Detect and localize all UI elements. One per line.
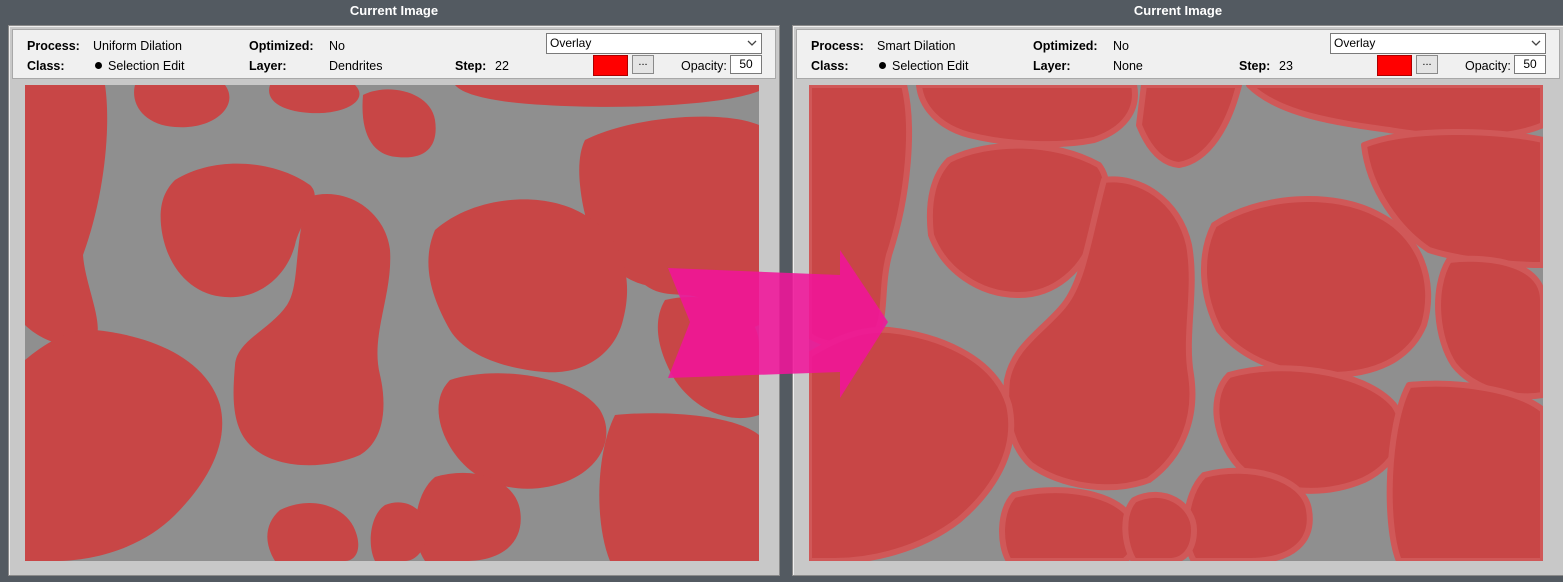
image-viewport[interactable] [809, 85, 1543, 561]
dilation-overlay-image [25, 85, 759, 561]
optimized-value: No [1113, 39, 1129, 53]
step-label: Step: [1239, 59, 1271, 73]
info-bar: Process: Uniform Dilation Optimized: No … [12, 29, 776, 79]
opacity-input[interactable]: 50 [1514, 55, 1546, 74]
process-value: Smart Dilation [877, 39, 956, 53]
class-label: Class: [27, 59, 65, 73]
color-picker-button[interactable]: ... [1416, 55, 1438, 74]
optimized-label: Optimized: [1033, 39, 1098, 53]
right-image-panel: Current Image Process: Smart Dilation Op… [792, 0, 1563, 582]
class-value-wrap: Selection Edit [879, 59, 968, 73]
layer-label: Layer: [249, 59, 287, 73]
opacity-label: Opacity: [1465, 59, 1511, 73]
optimized-value: No [329, 39, 345, 53]
panel-title: Current Image [1133, 3, 1223, 18]
dilation-overlay-image [809, 85, 1543, 561]
opacity-input[interactable]: 50 [730, 55, 762, 74]
display-mode-value: Overlay [550, 36, 592, 50]
chevron-down-icon [1531, 40, 1541, 46]
class-value-wrap: Selection Edit [95, 59, 184, 73]
overlay-color-swatch[interactable] [593, 55, 628, 76]
class-value: Selection Edit [108, 59, 185, 73]
layer-label: Layer: [1033, 59, 1071, 73]
image-frame: Process: Uniform Dilation Optimized: No … [8, 25, 780, 576]
step-label: Step: [455, 59, 487, 73]
image-viewport[interactable] [25, 85, 759, 561]
process-value: Uniform Dilation [93, 39, 182, 53]
layer-value: Dendrites [329, 59, 383, 73]
panel-title: Current Image [349, 3, 439, 18]
overlay-color-swatch[interactable] [1377, 55, 1412, 76]
left-image-panel: Current Image Process: Uniform Dilation … [8, 0, 780, 582]
class-label: Class: [811, 59, 849, 73]
opacity-label: Opacity: [681, 59, 727, 73]
display-mode-value: Overlay [1334, 36, 1376, 50]
display-mode-select[interactable]: Overlay [1330, 33, 1546, 54]
bullet-icon [879, 62, 886, 69]
process-label: Process: [811, 39, 864, 53]
step-value: 22 [495, 59, 509, 73]
class-value: Selection Edit [892, 59, 969, 73]
chevron-down-icon [747, 40, 757, 46]
display-mode-select[interactable]: Overlay [546, 33, 762, 54]
step-value: 23 [1279, 59, 1293, 73]
optimized-label: Optimized: [249, 39, 314, 53]
process-label: Process: [27, 39, 80, 53]
image-frame: Process: Smart Dilation Optimized: No Cl… [792, 25, 1563, 576]
color-picker-button[interactable]: ... [632, 55, 654, 74]
info-bar: Process: Smart Dilation Optimized: No Cl… [796, 29, 1560, 79]
bullet-icon [95, 62, 102, 69]
layer-value: None [1113, 59, 1143, 73]
